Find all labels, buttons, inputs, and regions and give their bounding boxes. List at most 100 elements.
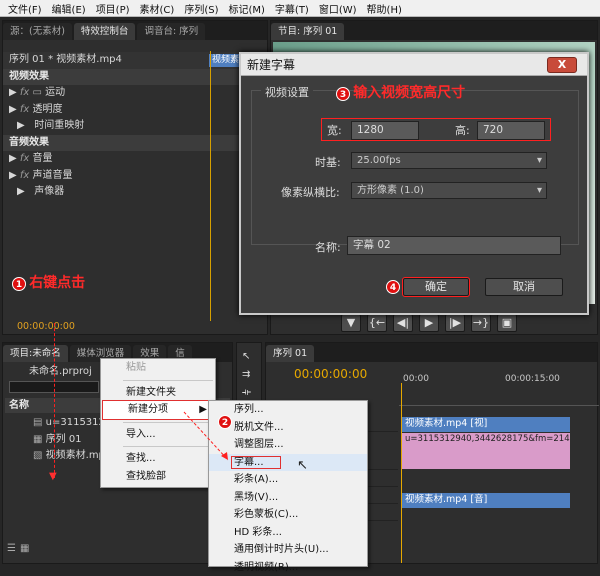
effect-motion[interactable]: ▶ fx ▭ 运动↺ [3,85,267,102]
play-icon[interactable]: ▶ [419,314,439,332]
program-tabbar: 节目: 序列 01 [271,21,597,40]
mark-in-icon[interactable]: ▼ [341,314,361,332]
timebase-label: 时基: [315,154,341,170]
go-to-out-icon[interactable]: →} [471,314,491,332]
effect-panner[interactable]: ▶ 声像器 [3,184,267,201]
annotation-number: 1 [12,277,26,291]
video-settings-label: 视频设置 [261,84,313,100]
ruler-start: 00:00 [403,374,429,384]
clip-name: 序列 01 * 视频素材.mp4 [9,54,122,65]
aspect-value: 方形像素 (1.0) [357,185,424,196]
image-file-icon: ▤ [33,417,46,428]
project-bottom-toolbar: ☰ ▦ [7,543,29,554]
menu-item-new-bin[interactable]: 新建文件夹 [101,384,215,402]
menu-item-paste: 粘贴 [101,359,215,377]
tab-program[interactable]: 节目: 序列 01 [271,23,344,40]
time-remap-label: 时间重映射 [34,120,84,131]
video-file-icon: ▧ [33,450,46,461]
aspect-label: 像素纵横比: [281,184,340,200]
menu-sequence[interactable]: 序列(S) [179,1,223,16]
effects-timecode: 00:00:00:00 [17,321,75,332]
effect-channel-volume[interactable]: ▶ fx 声道音量↺ [3,168,267,185]
submenu-bars-tone[interactable]: 彩条(A)... [209,471,367,489]
motion-icon: ▭ [33,87,42,98]
effect-time-remap[interactable]: ▶ 时间重映射 [3,118,267,135]
annotation-3: 3 输入视频宽高尺寸 [336,82,465,102]
menu-title[interactable]: 字幕(T) [270,1,314,16]
name-input[interactable]: 字幕 02 [347,236,561,255]
tab-source[interactable]: 源：(无素材) [3,23,72,40]
clip-image-label: u=3115312940,3442628175&fm=214&gp= [405,434,570,444]
menu-marker[interactable]: 标记(M) [223,1,269,16]
height-input[interactable]: 720 [477,121,545,140]
sequence-icon: ▦ [33,434,46,445]
column-name[interactable]: 名称 [9,400,29,411]
tab-sequence[interactable]: 序列 01 [266,345,314,362]
timeline-timecode[interactable]: 00:00:00:00 [294,367,367,381]
ripple-edit-tool-icon[interactable]: ⟛ [242,387,251,398]
menu-edit[interactable]: 编辑(E) [47,1,91,16]
submenu-transparent-video[interactable]: 透明视频(R)... [209,559,367,576]
selection-tool-icon[interactable]: ↖ [242,351,250,362]
name-label: 名称: [315,239,341,255]
tab-project[interactable]: 项目:未命名 [3,345,68,362]
list-view-icon[interactable]: ☰ [7,543,16,554]
height-label: 高: [455,122,470,138]
panner-label: 声像器 [34,186,64,197]
export-frame-icon[interactable]: ▣ [497,314,517,332]
annotation-4: 4 [386,280,400,294]
menu-bar: 文件(F) 编辑(E) 项目(P) 素材(C) 序列(S) 标记(M) 字幕(T… [0,0,600,17]
aspect-dropdown[interactable]: 方形像素 (1.0) ▾ [351,182,547,199]
clip-audio-1[interactable]: 视频素材.mp4 [音] [402,493,570,508]
step-back-icon[interactable]: ◀| [393,314,413,332]
submenu-hd-bars[interactable]: HD 彩条... [209,524,367,542]
tab-effect-controls[interactable]: 特效控制台 [74,23,136,40]
right-click-arrow [54,323,55,478]
cancel-button[interactable]: 取消 [485,278,563,296]
volume-label: 音量 [33,153,53,164]
annotation-1: 1 右键点击 [12,272,85,292]
chevron-down-icon: ▾ [537,183,542,198]
submenu-black-video[interactable]: 黑场(V)... [209,489,367,507]
width-input[interactable]: 1280 [351,121,419,140]
source-tabbar: 源：(无素材) 特效控制台 调音台: 序列 [3,21,267,40]
ruler-mid: 00:00:15:00 [505,374,560,384]
effect-volume[interactable]: ▶ fx 音量↺ [3,151,267,168]
menu-help[interactable]: 帮助(H) [362,1,407,16]
tab-audio-mixer[interactable]: 调音台: 序列 [137,23,205,40]
step-forward-icon[interactable]: |▶ [445,314,465,332]
menu-project[interactable]: 项目(P) [91,1,135,16]
clip-header: 序列 01 * 视频素材.mp4 视频素材 [3,52,267,69]
clip-video-1-image[interactable]: u=3115312940,3442628175&fm=214&gp= [402,433,570,469]
close-button[interactable]: X [547,57,577,73]
ok-button[interactable]: 确定 [403,278,469,296]
timebase-dropdown[interactable]: 25.00fps ▾ [351,152,547,169]
divider [123,380,213,381]
chevron-down-icon: ▾ [537,153,542,168]
track-select-tool-icon[interactable]: ⇉ [242,369,250,380]
video-effects-header: 视频效果 [3,69,267,86]
timeline-playhead[interactable] [401,383,402,563]
menu-item-find-face[interactable]: 查找脸部 [101,468,215,486]
icon-view-icon[interactable]: ▦ [20,543,29,554]
dialog-title: 新建字幕 [241,54,587,76]
submenu-color-matte[interactable]: 彩色蒙板(C)... [209,506,367,524]
annotation-number: 3 [336,87,350,101]
go-to-in-icon[interactable]: {← [367,314,387,332]
list-item-label: 序列 01 [46,434,82,445]
channel-volume-label: 声道音量 [33,170,73,181]
menu-file[interactable]: 文件(F) [3,1,47,16]
submenu-countdown[interactable]: 通用倒计时片头(U)... [209,541,367,559]
annotation-number: 4 [386,280,400,294]
effect-opacity[interactable]: ▶ fx 透明度↺ [3,102,267,119]
menu-clip[interactable]: 素材(C) [135,1,180,16]
timebase-value: 25.00fps [357,155,401,166]
motion-label: 运动 [45,87,65,98]
arrow-head-icon: ▼ [49,471,57,482]
clip-video-1[interactable]: 视频素材.mp4 [视] [402,417,570,432]
annotation-text: 输入视频宽高尺寸 [353,85,465,101]
opacity-label: 透明度 [33,104,63,115]
timeline-tabbar: 序列 01 [266,343,597,362]
menu-window[interactable]: 窗口(W) [314,1,362,16]
timeline-ruler[interactable]: 00:00 00:00:15:00 [399,371,599,406]
